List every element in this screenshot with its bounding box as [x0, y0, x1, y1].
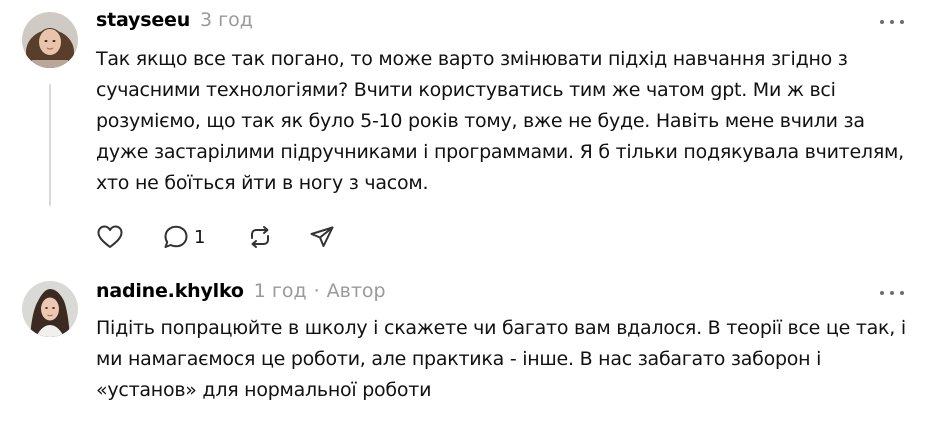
- comment-header: stayseeu 3 год: [96, 9, 253, 31]
- username[interactable]: nadine.khylko: [96, 280, 244, 302]
- username[interactable]: stayseeu: [96, 9, 190, 31]
- heart-icon: [97, 225, 123, 248]
- separator-dot: ·: [313, 280, 320, 302]
- more-horizontal-icon[interactable]: [880, 17, 904, 27]
- avatar[interactable]: [22, 281, 78, 337]
- thread-line: [49, 84, 51, 206]
- comment-actions: 1: [96, 222, 338, 252]
- speech-bubble-icon: [164, 225, 188, 248]
- author-badge: Автор: [326, 280, 386, 302]
- timestamp: 1 год: [253, 280, 307, 302]
- repost-button[interactable]: [246, 223, 308, 251]
- avatar[interactable]: [22, 12, 78, 68]
- comment-text: Так якщо все так погано, то може варто з…: [96, 48, 904, 194]
- share-button[interactable]: [308, 223, 338, 251]
- repost-icon: [251, 226, 269, 248]
- paper-plane-icon: [310, 226, 334, 247]
- reply-count: 1: [194, 226, 206, 248]
- comment-header: nadine.khylko 1 год · Автор: [96, 280, 386, 302]
- more-horizontal-icon[interactable]: [880, 288, 904, 298]
- timestamp: 3 год: [200, 9, 253, 31]
- comment-text: Підіть попрацюйте в школу і скажете чи б…: [96, 317, 906, 401]
- like-button[interactable]: [96, 224, 162, 250]
- reply-button[interactable]: 1: [162, 223, 246, 251]
